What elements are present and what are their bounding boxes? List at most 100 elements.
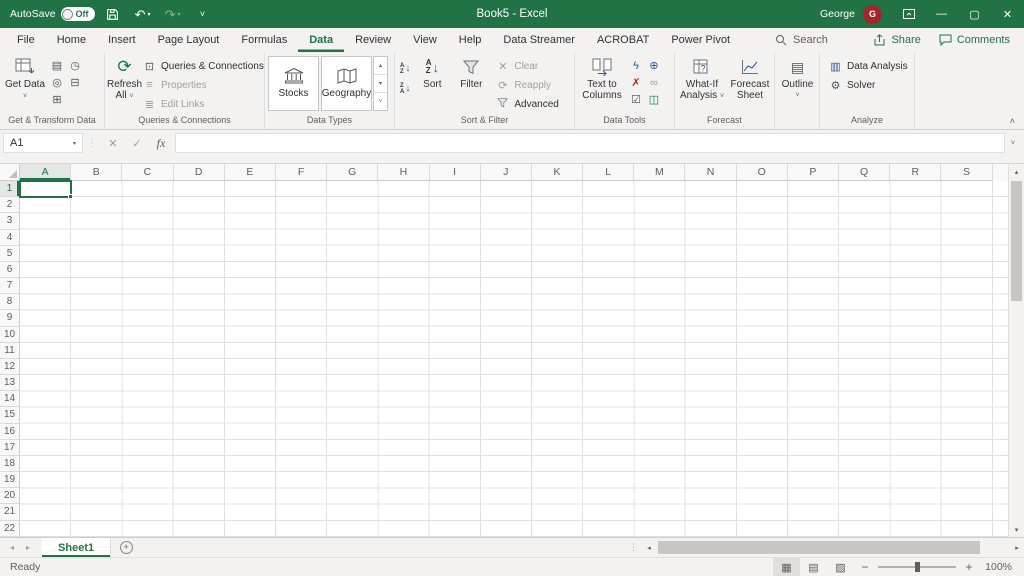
share-button[interactable]: Share — [873, 34, 920, 46]
stocks-button[interactable]: Stocks — [268, 56, 319, 111]
row-header[interactable]: 2 — [0, 197, 20, 213]
minimize-button[interactable]: — — [925, 0, 958, 28]
page-break-preview-button[interactable]: ▨ — [827, 558, 854, 576]
row-header[interactable]: 15 — [0, 407, 20, 423]
clear-filter-button[interactable]: ✕Clear — [495, 59, 558, 73]
spreadsheet-grid[interactable] — [20, 181, 1008, 537]
column-header[interactable]: I — [430, 164, 481, 181]
select-all-button[interactable] — [0, 164, 20, 181]
enter-button[interactable]: ✓ — [125, 137, 149, 150]
close-button[interactable]: ✕ — [991, 0, 1024, 28]
tab-insert[interactable]: Insert — [97, 28, 147, 52]
row-header[interactable]: 16 — [0, 424, 20, 440]
manage-data-model-button[interactable]: ◫ — [645, 93, 663, 106]
flash-fill-button[interactable]: ϟ — [627, 60, 645, 72]
row-header[interactable]: 1 — [0, 181, 20, 197]
get-data-button[interactable]: Get Data ˅ — [2, 53, 48, 113]
active-cell[interactable] — [19, 180, 72, 198]
row-header[interactable]: 11 — [0, 343, 20, 359]
autosave-toggle[interactable]: AutoSave Off — [10, 7, 95, 21]
gallery-more-button[interactable]: ˅ — [374, 93, 387, 110]
next-sheet-button[interactable]: ▸ — [26, 543, 30, 552]
row-header[interactable]: 4 — [0, 230, 20, 246]
collapse-ribbon-button[interactable]: ˄ — [1010, 116, 1015, 126]
remove-duplicates-button[interactable]: ✗ — [627, 76, 645, 89]
row-header[interactable]: 5 — [0, 246, 20, 262]
forecast-sheet-button[interactable]: Forecast Sheet — [727, 53, 773, 113]
column-header[interactable]: Q — [839, 164, 890, 181]
gallery-scroll-up-button[interactable]: ▴ — [374, 57, 387, 75]
sort-button[interactable]: AZ↓ Sort — [413, 53, 451, 113]
ribbon-display-options-button[interactable] — [892, 0, 925, 28]
tab-data-streamer[interactable]: Data Streamer — [492, 28, 586, 52]
horizontal-scroll-track[interactable] — [656, 538, 1010, 557]
sheet-tab-sheet1[interactable]: Sheet1 — [42, 538, 111, 557]
vertical-scroll-track[interactable] — [1009, 179, 1024, 522]
from-web-button[interactable]: ◎ — [48, 76, 66, 89]
column-header[interactable]: H — [378, 164, 429, 181]
zoom-out-button[interactable]: − — [854, 560, 876, 574]
row-header[interactable]: 21 — [0, 504, 20, 520]
row-header[interactable]: 8 — [0, 294, 20, 310]
scroll-down-button[interactable]: ▾ — [1009, 522, 1024, 537]
row-header[interactable]: 10 — [0, 327, 20, 343]
tab-help[interactable]: Help — [448, 28, 493, 52]
fill-handle[interactable] — [68, 194, 73, 199]
expand-formula-bar-button[interactable]: ˅ — [1005, 140, 1021, 147]
scroll-left-button[interactable]: ◂ — [642, 538, 656, 557]
tab-formulas[interactable]: Formulas — [230, 28, 298, 52]
column-header[interactable]: S — [941, 164, 992, 181]
horizontal-scroll-thumb[interactable] — [658, 541, 980, 554]
tab-data[interactable]: Data — [298, 28, 344, 52]
formula-input[interactable] — [175, 133, 1005, 153]
column-header[interactable]: A — [20, 164, 71, 181]
tab-view[interactable]: View — [402, 28, 448, 52]
vertical-scroll-thumb[interactable] — [1011, 181, 1022, 301]
reapply-filter-button[interactable]: ⟳Reapply — [495, 78, 558, 92]
column-header[interactable]: D — [174, 164, 225, 181]
sort-ascending-button[interactable]: AZ↓ — [397, 61, 413, 77]
maximize-button[interactable]: ▢ — [958, 0, 991, 28]
advanced-filter-button[interactable]: Advanced — [495, 97, 558, 111]
column-header[interactable]: R — [890, 164, 941, 181]
queries-connections-button[interactable]: ⊡Queries & Connections — [142, 59, 264, 73]
column-header[interactable]: E — [225, 164, 276, 181]
user-name[interactable]: George — [820, 8, 855, 20]
cancel-button[interactable]: ✕ — [101, 137, 125, 150]
new-sheet-button[interactable]: + — [111, 538, 141, 557]
text-to-columns-button[interactable]: Text to Columns — [577, 53, 627, 113]
from-text-csv-button[interactable]: ▤ — [48, 59, 66, 72]
horizontal-scrollbar[interactable]: ◂ ▸ — [642, 538, 1024, 557]
tab-page-layout[interactable]: Page Layout — [147, 28, 231, 52]
column-header[interactable]: M — [634, 164, 685, 181]
data-validation-button[interactable]: ☑ — [627, 93, 645, 106]
insert-function-button[interactable]: fx — [149, 136, 173, 151]
column-header[interactable]: J — [481, 164, 532, 181]
properties-button[interactable]: ≡Properties — [142, 78, 264, 92]
row-header[interactable]: 22 — [0, 521, 20, 537]
outline-button[interactable]: ▤ Outline ˅ — [777, 53, 818, 113]
row-header[interactable]: 17 — [0, 440, 20, 456]
row-header[interactable]: 6 — [0, 262, 20, 278]
column-header[interactable]: K — [532, 164, 583, 181]
column-header[interactable]: L — [583, 164, 634, 181]
row-header[interactable]: 7 — [0, 278, 20, 294]
recent-sources-button[interactable]: ◷ — [66, 59, 84, 72]
tab-home[interactable]: Home — [46, 28, 97, 52]
column-header[interactable]: N — [685, 164, 736, 181]
column-header[interactable]: P — [788, 164, 839, 181]
tab-bar-splitter[interactable]: ⋮ — [625, 538, 642, 557]
formula-bar-handle[interactable]: ⋮ — [83, 138, 101, 149]
vertical-scrollbar[interactable]: ▴ ▾ — [1008, 164, 1024, 537]
zoom-slider[interactable] — [878, 566, 956, 568]
edit-links-button[interactable]: ≣Edit Links — [142, 97, 264, 111]
name-box-dropdown-icon[interactable]: ▾ — [67, 134, 82, 152]
sort-descending-button[interactable]: ZA↓ — [397, 81, 413, 97]
from-table-range-button[interactable]: ⊞ — [48, 93, 66, 106]
save-button[interactable] — [101, 0, 125, 28]
row-header[interactable]: 18 — [0, 456, 20, 472]
filter-button[interactable]: Filter — [451, 53, 491, 113]
data-analysis-button[interactable]: ▥Data Analysis — [828, 59, 908, 73]
redo-button[interactable]: ↷▾ — [161, 0, 185, 28]
row-header[interactable]: 19 — [0, 472, 20, 488]
